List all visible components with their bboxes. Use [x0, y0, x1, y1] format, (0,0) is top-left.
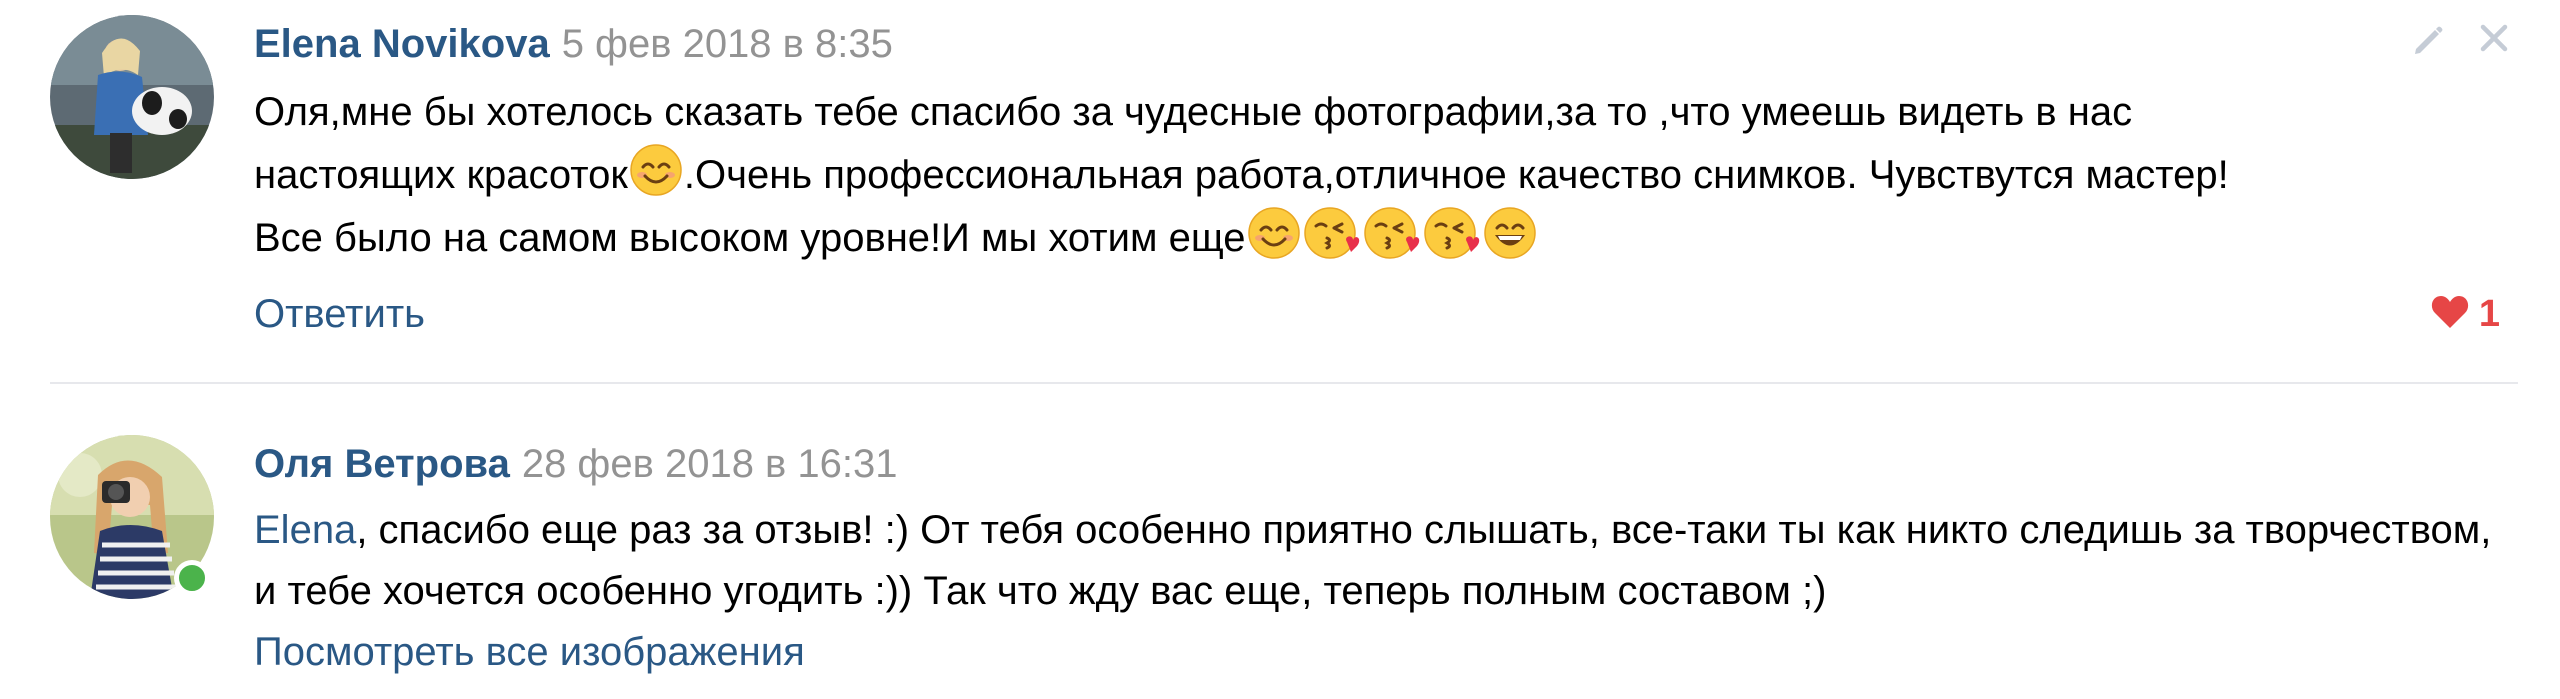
pencil-icon[interactable] — [2408, 20, 2448, 60]
comment-elena-novikova: Elena Novikova 5 фев 2018 в 8:35 Оля,мне … — [0, 0, 2560, 380]
avatar-elena-novikova[interactable] — [50, 15, 214, 179]
post-date[interactable]: 5 фев 2018 в 8:35 — [562, 22, 893, 66]
smiling-face-emoji — [1247, 206, 1301, 260]
smiling-face-emoji — [629, 143, 683, 197]
like-count: 1 — [2478, 293, 2500, 335]
comment-text-fragment: Все было на самом высоком уровне!И мы хо… — [254, 216, 1246, 260]
view-all-images-link[interactable]: Посмотреть все изображения — [254, 628, 805, 676]
author-name[interactable]: Оля Ветрова — [254, 442, 510, 486]
post-date[interactable]: 28 фев 2018 в 16:31 — [522, 442, 898, 486]
comment-text: Оля,мне бы хотелось сказать тебе спасибо… — [254, 82, 2504, 269]
heart-icon — [2431, 295, 2469, 334]
online-status-indicator — [174, 560, 210, 596]
comment-header: Elena Novikova 5 фев 2018 в 8:35 — [254, 20, 893, 68]
grinning-face-emoji — [1483, 206, 1537, 260]
reply-link[interactable]: Ответить — [254, 290, 425, 338]
comment-header: Оля Ветрова 28 фев 2018 в 16:31 — [254, 440, 898, 488]
close-icon[interactable] — [2474, 18, 2514, 58]
comment-text-line: Оля,мне бы хотелось сказать тебе спасибо… — [254, 90, 2133, 134]
face-blowing-kiss-emoji — [1363, 206, 1421, 260]
comment-text-fragment: настоящих красоток — [254, 153, 628, 197]
comment-text: Elena, спасибо еще раз за отзыв! :) От т… — [254, 500, 2504, 622]
comment-text-line: настоящих красоток .Очень профессиональна… — [254, 143, 2504, 206]
comment-text-fragment: .Очень профессиональная работа,отличное … — [683, 153, 2229, 197]
mention-link[interactable]: Elena — [254, 508, 356, 552]
comment-text-fragment: , спасибо еще раз за отзыв! :) От тебя о… — [254, 508, 2492, 613]
face-blowing-kiss-emoji — [1423, 206, 1481, 260]
comment-text-line: Все было на самом высоком уровне!И мы хо… — [254, 206, 2504, 269]
like-button[interactable]: 1 — [2431, 290, 2500, 338]
face-blowing-kiss-emoji — [1303, 206, 1361, 260]
author-name[interactable]: Elena Novikova — [254, 22, 550, 66]
comment-olya-vetrova: Оля Ветрова 28 фев 2018 в 16:31 Elena, сп… — [0, 380, 2560, 699]
